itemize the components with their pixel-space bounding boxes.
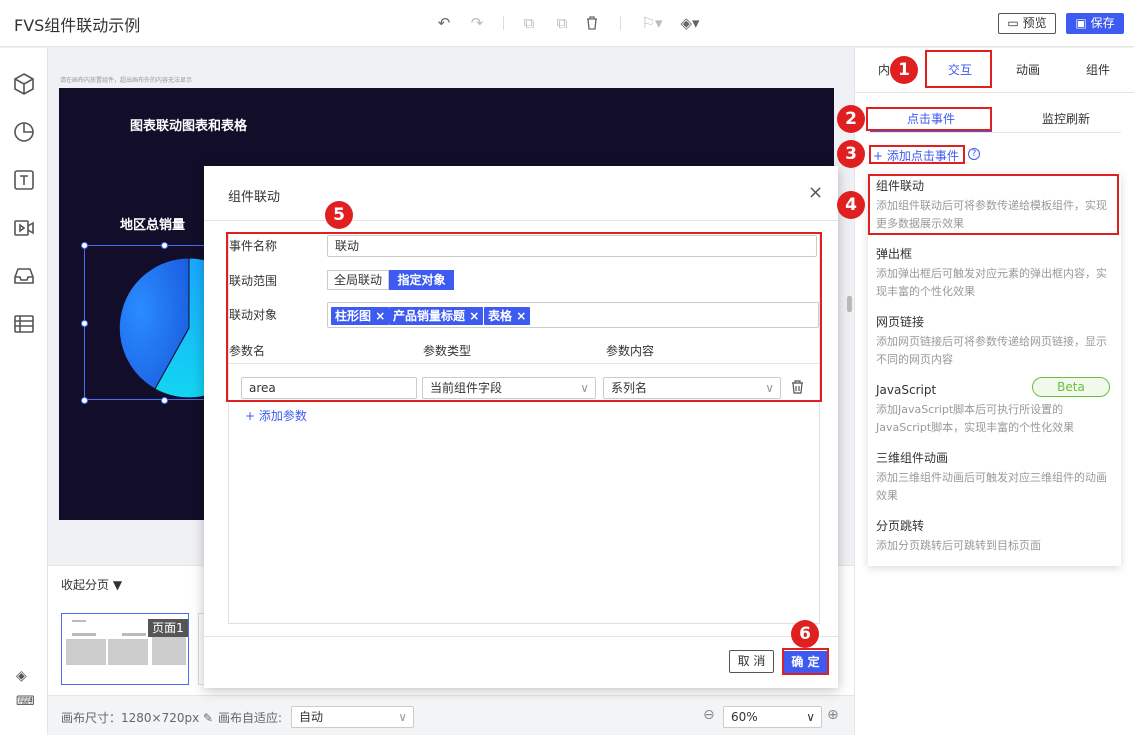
footer-divider (204, 636, 838, 637)
adapt-label: 画布自适应: (218, 711, 283, 725)
pie-chart-title[interactable]: 地区总销量 (120, 214, 185, 233)
adapt-select[interactable]: 自动 ∨ (291, 706, 414, 728)
collapse-pages-toggle[interactable]: 收起分页 ▼ (61, 576, 122, 593)
app-title: FVS组件联动示例 (14, 16, 141, 35)
menu-item-3d-animation[interactable]: 三维组件动画 添加三维组件动画后可触发对应三维组件的动画效果 (876, 449, 1116, 505)
left-sidebar: ◈ ⌨ (0, 48, 48, 735)
resize-handle[interactable] (81, 242, 88, 249)
highlight-box (866, 107, 992, 131)
highlight-box (782, 648, 829, 675)
menu-item-web-link[interactable]: 网页链接 添加网页链接后可将参数传递给网页链接，显示不同的网页内容 (876, 313, 1116, 369)
paste-icon[interactable]: ⧉ (553, 14, 571, 32)
menu-item-popup[interactable]: 弹出框 添加弹出框后可触发对应元素的弹出框内容，实现丰富的个性化效果 (876, 245, 1116, 301)
annotation-badge: 3 (837, 140, 865, 168)
resize-handle[interactable] (81, 320, 88, 327)
text-icon[interactable] (12, 168, 36, 192)
preview-button[interactable]: ▭ 预览 (998, 13, 1056, 34)
annotation-badge: 5 (325, 201, 353, 229)
cancel-button[interactable]: 取 消 (729, 650, 774, 673)
tab-divider (855, 92, 1134, 93)
chevron-down-icon: ∨ (398, 710, 407, 724)
resize-handle[interactable] (161, 397, 168, 404)
highlight-box (226, 232, 822, 402)
tab-component[interactable]: 组件 (1065, 48, 1131, 92)
copy-icon[interactable]: ⧉ (520, 14, 538, 32)
delete-icon[interactable] (583, 14, 601, 32)
video-icon[interactable] (12, 216, 36, 240)
annotation-badge: 4 (837, 191, 865, 219)
canvas-scrollbar[interactable] (847, 296, 852, 312)
monitor-icon: ▭ (1007, 16, 1019, 30)
align-icon[interactable]: ⚐▾ (640, 14, 664, 32)
save-button[interactable]: ▣ 保存 (1066, 13, 1124, 34)
cube-icon[interactable] (12, 72, 36, 96)
edit-icon[interactable]: ✎ (203, 711, 213, 725)
beta-badge: Beta (1032, 377, 1110, 397)
layers-dropdown-icon[interactable]: ◈▾ (678, 14, 702, 32)
chevron-down-icon: ∨ (806, 710, 815, 724)
toolbar-divider (620, 16, 621, 30)
highlight-box (869, 145, 965, 164)
zoom-out-icon[interactable]: ⊖ (703, 707, 715, 723)
inbox-icon[interactable] (12, 264, 36, 288)
help-icon[interactable]: ? (968, 148, 980, 160)
save-icon: ▣ (1075, 16, 1087, 30)
top-bar: FVS组件联动示例 ↶ ↷ ⧉ ⧉ ⚐▾ ◈▾ ▭ 预览 ▣ 保存 (0, 0, 1134, 47)
subtab-monitor-refresh[interactable]: 监控刷新 (1005, 106, 1127, 132)
keyboard-icon[interactable]: ⌨ (16, 694, 35, 709)
dialog-divider (204, 220, 838, 221)
menu-item-page-jump[interactable]: 分页跳转 添加分页跳转后可跳转到目标页面 (876, 517, 1116, 555)
canvas-title[interactable]: 图表联动图表和表格 (130, 115, 247, 134)
toolbar-divider (503, 16, 504, 30)
dialog-title: 组件联动 (228, 190, 281, 205)
undo-icon[interactable]: ↶ (435, 14, 453, 32)
page-label: 页面1 (148, 619, 188, 637)
zoom-in-icon[interactable]: ⊕ (827, 707, 839, 723)
canvas-size: 画布尺寸：1280×720px ✎ (61, 711, 214, 725)
layers-icon[interactable]: ◈ (16, 668, 27, 684)
annotation-badge: 1 (890, 56, 918, 84)
resize-handle[interactable] (81, 397, 88, 404)
table-icon[interactable] (12, 312, 36, 336)
pie-chart-icon[interactable] (12, 120, 36, 144)
subtab-divider (868, 132, 1121, 133)
highlight-box (925, 50, 992, 88)
add-param-link[interactable]: + 添加参数 (245, 407, 307, 424)
canvas-hint: 请在画布内放置组件，超出画布外的内容无法显示 (60, 77, 193, 84)
highlight-box (868, 174, 1119, 235)
close-icon[interactable]: × (808, 182, 823, 203)
bottom-bar: 画布尺寸：1280×720px ✎ 画布自适应: 自动 ∨ ⊖ 60% ∨ ⊕ (48, 695, 854, 735)
redo-icon[interactable]: ↷ (468, 14, 486, 32)
annotation-badge: 2 (837, 105, 865, 133)
zoom-select[interactable]: 60% ∨ (723, 706, 822, 728)
tab-animation[interactable]: 动画 (995, 48, 1061, 92)
annotation-badge: 6 (791, 620, 819, 648)
caret-down-icon: ▼ (112, 578, 123, 592)
resize-handle[interactable] (161, 242, 168, 249)
